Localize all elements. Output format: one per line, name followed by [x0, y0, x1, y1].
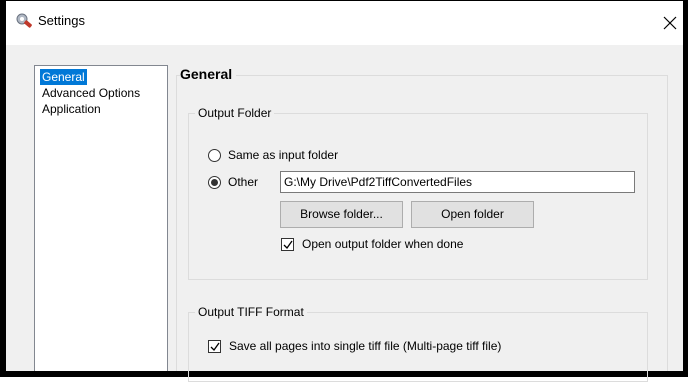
other-radio[interactable]: [208, 176, 221, 189]
settings-wrench-icon: [15, 12, 33, 30]
open-when-done-checkbox[interactable]: [281, 238, 294, 251]
checkmark-icon: [210, 342, 220, 352]
output-tiff-format-group: Output TIFF Format Save all pages into s…: [188, 305, 648, 382]
output-folder-group: Output Folder Same as input folder Other…: [188, 106, 648, 280]
save-single-tiff-label: Save all pages into single tiff file (Mu…: [229, 339, 502, 353]
settings-nav-list[interactable]: General Advanced Options Application: [34, 65, 168, 371]
close-icon: [663, 16, 677, 30]
nav-item-application[interactable]: Application: [40, 101, 103, 117]
radio-selected-dot: [211, 179, 218, 186]
settings-window: Settings General Advanced Options Applic…: [0, 0, 688, 382]
other-label: Other: [228, 175, 259, 189]
same-as-input-label: Same as input folder: [228, 148, 339, 162]
general-settings-page: General Output Folder Same as input fold…: [176, 65, 670, 382]
close-button[interactable]: [659, 1, 683, 45]
nav-item-general[interactable]: General: [40, 69, 87, 85]
nav-item-advanced-options[interactable]: Advanced Options: [40, 85, 142, 101]
window-title: Settings: [38, 13, 85, 28]
same-as-input-radio[interactable]: [208, 149, 221, 162]
checkmark-icon: [283, 240, 293, 250]
output-tiff-format-group-title: Output TIFF Format: [195, 305, 307, 319]
dialog-client-area: General Advanced Options Application Gen…: [6, 45, 683, 382]
save-single-tiff-checkbox[interactable]: [208, 340, 221, 353]
output-folder-group-title: Output Folder: [195, 106, 275, 120]
title-bar: Settings: [6, 1, 683, 45]
open-when-done-label: Open output folder when done: [302, 237, 464, 251]
output-path-input[interactable]: G:\My Drive\Pdf2TiffConvertedFiles: [280, 171, 635, 193]
open-folder-button[interactable]: Open folder: [411, 201, 534, 228]
page-title: General: [180, 66, 237, 82]
browse-folder-button[interactable]: Browse folder...: [280, 201, 403, 228]
